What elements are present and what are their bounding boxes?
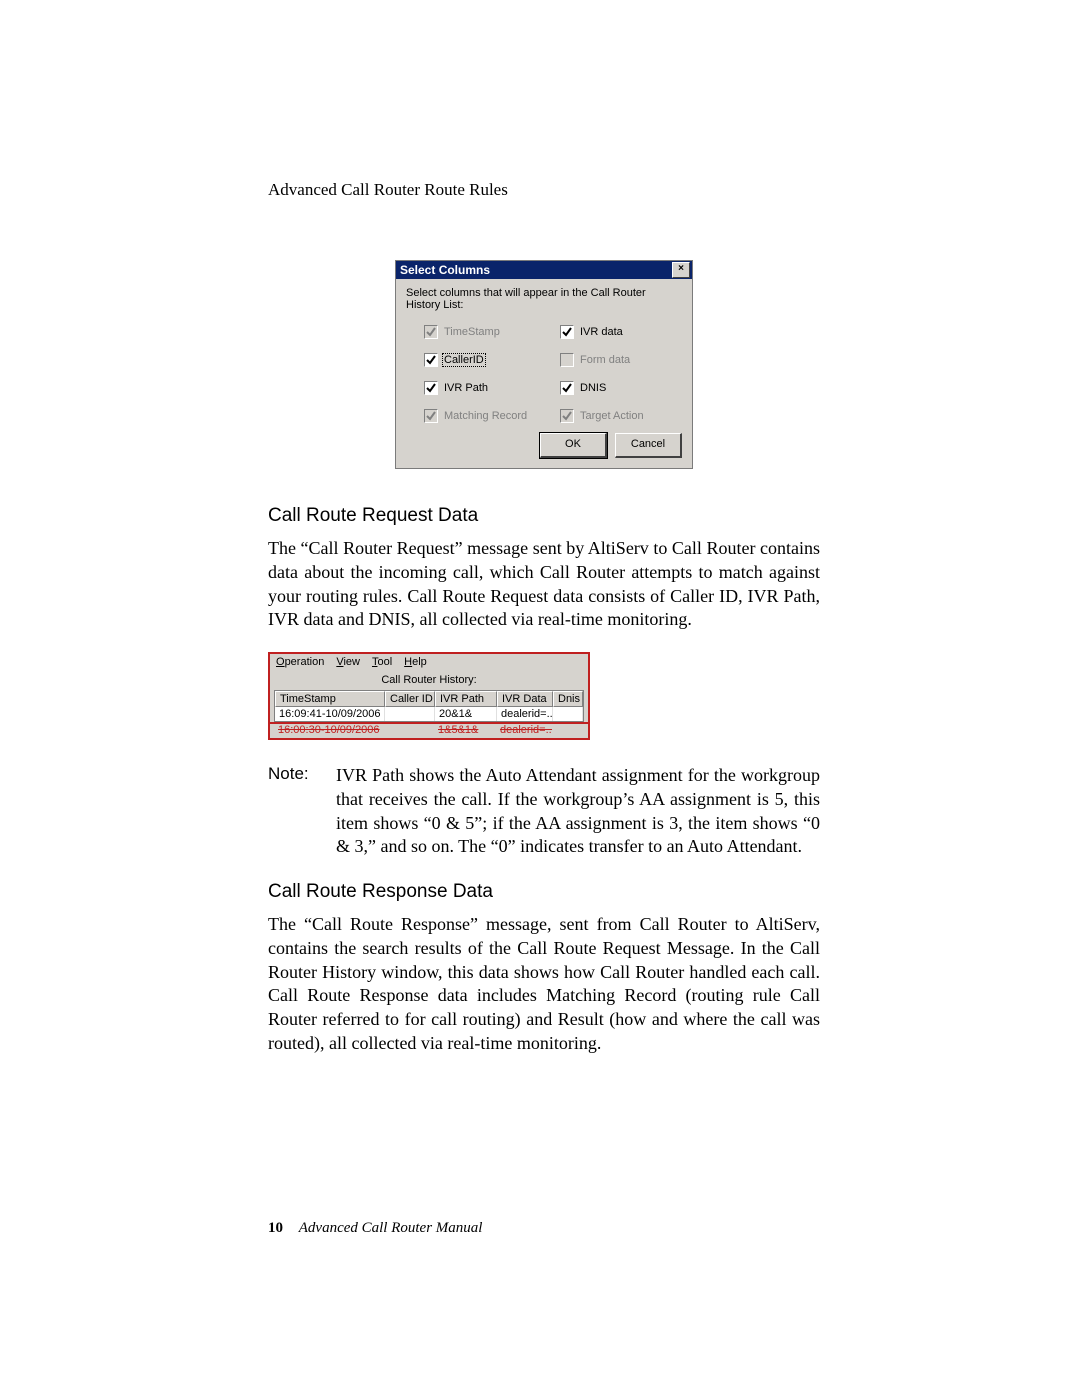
- checkbox-box[interactable]: [560, 325, 574, 339]
- check-icon: [562, 383, 572, 393]
- close-button[interactable]: ×: [672, 262, 690, 278]
- col-dnis[interactable]: Dnis: [553, 691, 583, 707]
- history-table: TimeStamp Caller ID IVR Path IVR Data Dn…: [274, 690, 584, 722]
- note-block: Note: IVR Path shows the Auto Attendant …: [268, 764, 820, 859]
- checkbox-dnis[interactable]: DNIS: [560, 381, 682, 395]
- cell-timestamp: 16:09:41-10/09/2006: [275, 707, 385, 721]
- dialog-title: Select Columns: [400, 263, 672, 277]
- close-icon: ×: [678, 263, 684, 274]
- checkbox-label: TimeStamp: [444, 326, 500, 338]
- cell-ivr-data: dealerid=...: [497, 707, 553, 721]
- check-icon: [562, 327, 572, 337]
- checkbox-label: Matching Record: [444, 410, 527, 422]
- cell-caller-id: [385, 707, 435, 721]
- note-label: Note:: [268, 764, 318, 859]
- check-icon: [426, 355, 436, 365]
- cell-dnis: [553, 707, 583, 721]
- table-row-cutoff: 16:00:30-10/09/2006 1&5&1& dealerid=...: [274, 724, 584, 736]
- checkbox-caller-id[interactable]: CallerID: [424, 353, 554, 367]
- checkbox-target-action: Target Action: [560, 409, 682, 423]
- checkbox-label: IVR Path: [444, 382, 488, 394]
- checkbox-box[interactable]: [424, 381, 438, 395]
- checkbox-box: [560, 409, 574, 423]
- checkbox-ivr-path[interactable]: IVR Path: [424, 381, 554, 395]
- dialog-instruction: Select columns that will appear in the C…: [406, 287, 682, 311]
- menu-view[interactable]: View: [336, 656, 360, 668]
- cell-caller-id: [384, 724, 434, 736]
- checkbox-box[interactable]: [560, 381, 574, 395]
- section-paragraph-request: The “Call Router Request” message sent b…: [268, 537, 820, 632]
- dialog-titlebar[interactable]: Select Columns ×: [396, 261, 692, 279]
- history-title: Call Router History:: [270, 668, 588, 690]
- note-body: IVR Path shows the Auto Attendant assign…: [336, 764, 820, 859]
- col-ivr-data[interactable]: IVR Data: [497, 691, 553, 707]
- checkbox-label: IVR data: [580, 326, 623, 338]
- checkbox-label: DNIS: [580, 382, 606, 394]
- page-footer: 10 Advanced Call Router Manual: [268, 1220, 482, 1237]
- page-number: 10: [268, 1220, 283, 1236]
- checkbox-label: CallerID: [442, 353, 486, 367]
- checkbox-timestamp: TimeStamp: [424, 325, 554, 339]
- table-row[interactable]: 16:09:41-10/09/2006 20&1& dealerid=...: [275, 707, 583, 721]
- checkbox-box[interactable]: [424, 353, 438, 367]
- cell-ivr-path: 1&5&1&: [434, 724, 496, 736]
- col-ivr-path[interactable]: IVR Path: [435, 691, 497, 707]
- check-icon: [562, 411, 572, 421]
- menu-operation[interactable]: Operation: [276, 656, 324, 668]
- check-icon: [426, 327, 436, 337]
- select-columns-dialog: Select Columns × Select columns that wil…: [395, 260, 693, 469]
- ok-button[interactable]: OK: [540, 433, 607, 458]
- checkbox-matching-record: Matching Record: [424, 409, 554, 423]
- checkbox-box: [424, 325, 438, 339]
- call-router-history-window: Operation View Tool Help Call Router His…: [268, 652, 590, 740]
- checkbox-box: [560, 353, 574, 367]
- section-paragraph-response: The “Call Route Response” message, sent …: [268, 913, 820, 1056]
- col-timestamp[interactable]: TimeStamp: [275, 691, 385, 707]
- running-header: Advanced Call Router Route Rules: [268, 180, 820, 200]
- book-title: Advanced Call Router Manual: [299, 1220, 483, 1236]
- section-heading-request: Call Route Request Data: [268, 505, 820, 527]
- col-caller-id[interactable]: Caller ID: [385, 691, 435, 707]
- cancel-button[interactable]: Cancel: [615, 433, 682, 458]
- cell-dnis: [552, 724, 582, 736]
- checkbox-box: [424, 409, 438, 423]
- menu-tool[interactable]: Tool: [372, 656, 392, 668]
- checkbox-label: Target Action: [580, 410, 644, 422]
- menubar: Operation View Tool Help: [270, 654, 588, 668]
- cell-timestamp: 16:00:30-10/09/2006: [274, 724, 384, 736]
- check-icon: [426, 383, 436, 393]
- check-icon: [426, 411, 436, 421]
- checkbox-ivr-data[interactable]: IVR data: [560, 325, 682, 339]
- checkbox-form-data: Form data: [560, 353, 682, 367]
- menu-help[interactable]: Help: [404, 656, 427, 668]
- cell-ivr-data: dealerid=...: [496, 724, 552, 736]
- section-heading-response: Call Route Response Data: [268, 881, 820, 903]
- checkbox-label: Form data: [580, 354, 630, 366]
- cell-ivr-path: 20&1&: [435, 707, 497, 721]
